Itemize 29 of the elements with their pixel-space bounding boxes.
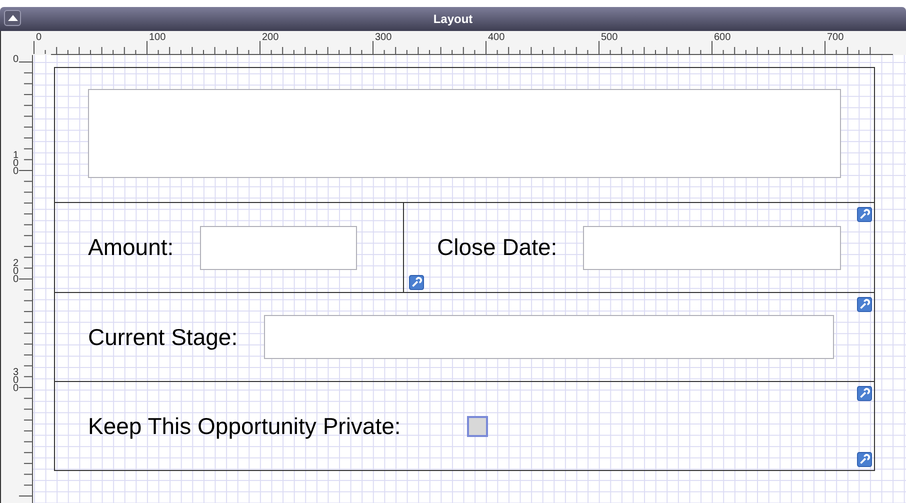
ruler-label: 700 — [827, 32, 844, 43]
blank-field[interactable] — [88, 89, 841, 178]
ruler-label: 300 — [375, 32, 392, 43]
wrench-icon[interactable] — [409, 274, 424, 290]
ruler-label: 300 — [13, 368, 19, 392]
checkbox[interactable] — [466, 416, 488, 437]
field-label: Amount: — [88, 234, 174, 262]
field-label: Close Date: — [437, 234, 558, 262]
ruler-label: 500 — [601, 32, 618, 43]
field-label: Keep This Opportunity Private: — [88, 412, 401, 440]
collapse-button[interactable] — [4, 10, 21, 26]
ruler-label: 600 — [714, 32, 731, 43]
window-title: Layout — [433, 12, 473, 26]
field-label: Current Stage: — [88, 324, 238, 351]
wrench-icon[interactable] — [857, 386, 872, 402]
input-field[interactable] — [264, 315, 834, 360]
caret-icon — [8, 15, 18, 21]
ruler-label: 400 — [488, 32, 505, 43]
wrench-icon[interactable] — [857, 452, 872, 468]
ruler-label: 100 — [149, 32, 166, 43]
input-field[interactable] — [583, 226, 841, 270]
wrench-icon[interactable] — [857, 296, 872, 312]
ruler-label: 0 — [36, 32, 42, 43]
wrench-icon[interactable] — [857, 207, 872, 222]
ruler-label: 200 — [13, 260, 19, 284]
ruler-label: 200 — [262, 32, 279, 43]
ruler-label: 100 — [13, 152, 19, 176]
input-field[interactable] — [200, 226, 357, 270]
ruler-label: 0 — [13, 56, 19, 64]
